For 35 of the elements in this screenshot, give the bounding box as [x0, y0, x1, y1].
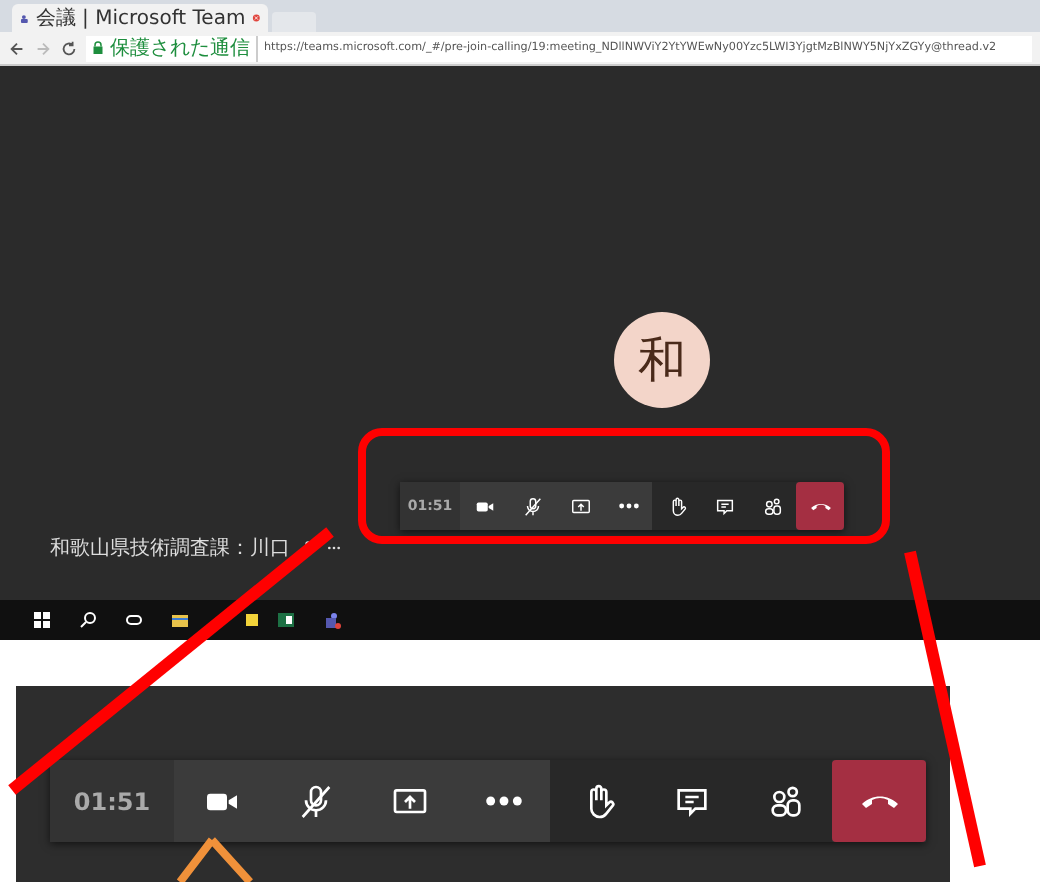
more-button[interactable] — [604, 482, 652, 530]
call-timer: 01:51 — [50, 760, 174, 842]
mic-off-icon — [521, 495, 543, 517]
people-icon[interactable] — [322, 610, 342, 630]
hand-button[interactable] — [550, 760, 644, 842]
reload-icon[interactable] — [60, 39, 78, 57]
avatar: 和 — [614, 312, 710, 408]
folder-icon[interactable] — [170, 610, 190, 630]
more-icon — [617, 502, 639, 510]
back-icon[interactable] — [8, 39, 26, 57]
people-icon — [761, 495, 783, 517]
people-button[interactable] — [738, 760, 832, 842]
camera-button[interactable] — [460, 482, 508, 530]
share-icon — [569, 495, 591, 517]
security-label: 保護された通信 — [110, 35, 258, 61]
search-icon[interactable] — [78, 610, 98, 630]
task-view-icon[interactable] — [124, 610, 144, 630]
people-icon — [20, 9, 30, 27]
camera-button[interactable] — [174, 760, 268, 842]
lock-icon — [92, 40, 104, 56]
people-icon — [765, 781, 805, 821]
more-button[interactable] — [456, 760, 550, 842]
phone-icon — [859, 793, 899, 809]
spreadsheet-icon[interactable] — [276, 610, 296, 630]
note-icon[interactable] — [242, 610, 262, 630]
more-icon — [483, 794, 523, 808]
windows-icon[interactable] — [32, 610, 52, 630]
phone-icon — [809, 501, 831, 511]
people-button[interactable] — [748, 482, 796, 530]
close-icon[interactable] — [251, 10, 260, 26]
participant-name: 和歌山県技術調査課：川口 — [50, 535, 290, 562]
chat-icon — [713, 495, 735, 517]
browser-tab[interactable]: 会議 | Microsoft Team — [12, 4, 268, 32]
arrow-drawing — [176, 836, 254, 882]
hand-button[interactable] — [652, 482, 700, 530]
